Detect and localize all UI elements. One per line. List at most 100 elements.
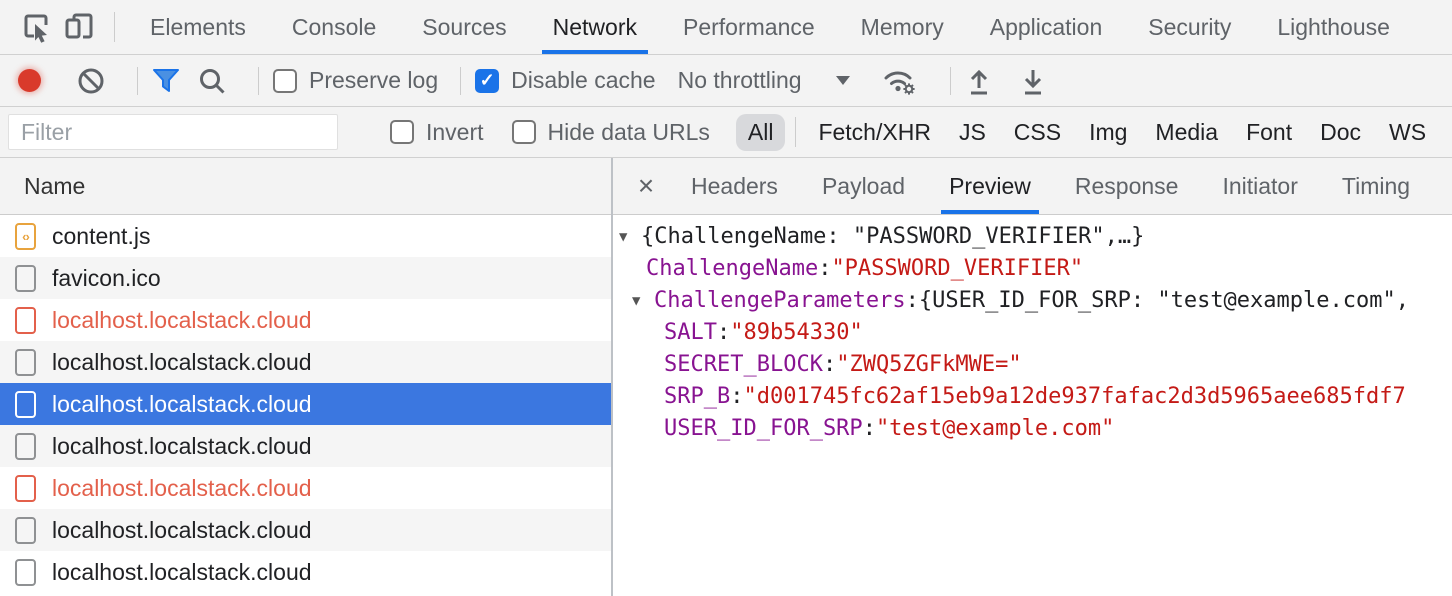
json-key: ChallengeName <box>646 253 818 285</box>
request-row[interactable]: localhost.localstack.cloud <box>0 341 611 383</box>
download-arrow-icon <box>1019 66 1047 96</box>
toolbar-separator <box>137 67 138 95</box>
filter-input[interactable] <box>8 114 338 150</box>
export-har-button[interactable] <box>1019 66 1047 96</box>
filter-pill-wasm[interactable]: Wasm <box>1442 114 1452 151</box>
request-row[interactable]: localhost.localstack.cloud <box>0 509 611 551</box>
details-tab-timing[interactable]: Timing <box>1320 158 1432 214</box>
hide-data-urls-checkbox[interactable] <box>512 120 536 144</box>
json-key: SRP_B <box>664 381 730 413</box>
tab-performance[interactable]: Performance <box>660 0 838 54</box>
json-string: "89b54330" <box>730 317 862 349</box>
tab-lighthouse[interactable]: Lighthouse <box>1254 0 1413 54</box>
request-row[interactable]: localhost.localstack.cloud <box>0 551 611 593</box>
json-colon: : <box>863 413 876 445</box>
wifi-gear-icon <box>880 65 918 97</box>
disable-cache-label[interactable]: Disable cache <box>511 67 655 94</box>
filter-pill-ws[interactable]: WS <box>1377 114 1438 151</box>
preserve-log-label[interactable]: Preserve log <box>309 67 438 94</box>
upload-arrow-icon <box>965 66 993 96</box>
filter-pill-js[interactable]: JS <box>947 114 998 151</box>
json-key: USER_ID_FOR_SRP <box>664 413 863 445</box>
network-main-area: Name ‹›content.js favicon.ico localhost.lo… <box>0 158 1452 596</box>
request-name: localhost.localstack.cloud <box>52 433 312 460</box>
devtools-window: ElementsConsoleSourcesNetworkPerformance… <box>0 0 1452 596</box>
pill-separator <box>795 117 796 147</box>
tab-sources[interactable]: Sources <box>399 0 529 54</box>
toolbar-separator <box>950 67 951 95</box>
request-list: ‹›content.js favicon.ico localhost.localst… <box>0 215 611 596</box>
preserve-log-group: Preserve log <box>273 67 438 94</box>
json-string: "ZWQ5ZGFkMWE=" <box>836 349 1021 381</box>
tab-console[interactable]: Console <box>269 0 399 54</box>
document-file-icon <box>15 517 36 544</box>
json-colon: : <box>730 381 743 413</box>
request-name: localhost.localstack.cloud <box>52 307 312 334</box>
details-tab-response[interactable]: Response <box>1053 158 1201 214</box>
record-network-log-button[interactable] <box>18 69 41 92</box>
funnel-icon <box>152 68 180 94</box>
hide-data-urls-group: Hide data URLs <box>512 119 710 146</box>
tab-application[interactable]: Application <box>967 0 1126 54</box>
filter-pill-css[interactable]: CSS <box>1002 114 1073 151</box>
tab-network[interactable]: Network <box>530 0 660 54</box>
invert-checkbox[interactable] <box>390 120 414 144</box>
request-name: content.js <box>52 223 150 250</box>
filter-toggle-button[interactable] <box>152 68 180 94</box>
invert-group: Invert <box>390 119 484 146</box>
throttling-dropdown[interactable]: No throttling <box>678 67 850 94</box>
filter-pill-fetch-xhr[interactable]: Fetch/XHR <box>806 114 942 151</box>
inspect-element-button[interactable] <box>14 0 58 54</box>
request-name: favicon.ico <box>52 265 161 292</box>
filter-pill-all[interactable]: All <box>736 114 786 151</box>
request-details-panel: × HeadersPayloadPreviewResponseInitiator… <box>613 158 1452 596</box>
request-type-filters: AllFetch/XHRJSCSSImgMediaFontDocWSWasmMa… <box>736 114 1452 151</box>
filter-pill-font[interactable]: Font <box>1234 114 1304 151</box>
expand-triangle-icon[interactable]: ▼ <box>619 221 641 253</box>
request-row[interactable]: favicon.ico <box>0 257 611 299</box>
devtools-tabbar: ElementsConsoleSourcesNetworkPerformance… <box>0 0 1452 55</box>
network-filter-bar: Invert Hide data URLs All Fetch/XHRJSCSSI… <box>0 107 1452 158</box>
request-row[interactable]: localhost.localstack.cloud <box>0 299 611 341</box>
json-plain: {ChallengeName: "PASSWORD_VERIFIER",…} <box>641 221 1144 253</box>
details-tab-headers[interactable]: Headers <box>669 158 800 214</box>
json-tree-line: USER_ID_FOR_SRP: "test@example.com" <box>613 413 1452 445</box>
request-row[interactable]: localhost.localstack.cloud <box>0 467 611 509</box>
hide-data-urls-label[interactable]: Hide data URLs <box>548 119 710 146</box>
json-colon: : <box>818 253 831 285</box>
import-har-button[interactable] <box>965 66 993 96</box>
json-tree-line[interactable]: ▼ChallengeParameters: {USER_ID_FOR_SRP: … <box>613 285 1452 317</box>
filter-pill-media[interactable]: Media <box>1143 114 1230 151</box>
throttling-value: No throttling <box>678 67 802 94</box>
json-key: SALT <box>664 317 717 349</box>
preserve-log-checkbox[interactable] <box>273 69 297 93</box>
request-row[interactable]: ‹›content.js <box>0 215 611 257</box>
search-button[interactable] <box>198 67 226 95</box>
request-row[interactable]: localhost.localstack.cloud <box>0 425 611 467</box>
expand-triangle-icon[interactable]: ▼ <box>632 285 654 317</box>
request-name: localhost.localstack.cloud <box>52 517 312 544</box>
tab-elements[interactable]: Elements <box>127 0 269 54</box>
filter-pill-img[interactable]: Img <box>1077 114 1139 151</box>
disable-cache-checkbox[interactable]: ✓ <box>475 69 499 93</box>
chevron-down-icon <box>836 76 850 85</box>
details-tab-preview[interactable]: Preview <box>927 158 1053 214</box>
disable-cache-group: ✓ Disable cache <box>475 67 655 94</box>
clear-network-log-button[interactable] <box>77 67 105 95</box>
name-column-header[interactable]: Name <box>0 158 611 215</box>
toggle-device-toolbar-button[interactable] <box>58 0 102 54</box>
network-conditions-button[interactable] <box>880 65 918 97</box>
json-tree-line[interactable]: ▼{ChallengeName: "PASSWORD_VERIFIER",…} <box>613 221 1452 253</box>
request-row[interactable]: localhost.localstack.cloud <box>0 383 611 425</box>
filter-pill-doc[interactable]: Doc <box>1308 114 1373 151</box>
document-file-icon <box>15 391 36 418</box>
close-details-button[interactable]: × <box>623 158 669 214</box>
json-tree-line: SRP_B: "d001745fc62af15eb9a12de937fafac2… <box>613 381 1452 413</box>
tab-memory[interactable]: Memory <box>838 0 967 54</box>
details-tab-payload[interactable]: Payload <box>800 158 927 214</box>
tab-security[interactable]: Security <box>1125 0 1254 54</box>
json-colon: : <box>823 349 836 381</box>
invert-label[interactable]: Invert <box>426 119 484 146</box>
details-tab-initiator[interactable]: Initiator <box>1200 158 1319 214</box>
clear-icon <box>77 67 105 95</box>
